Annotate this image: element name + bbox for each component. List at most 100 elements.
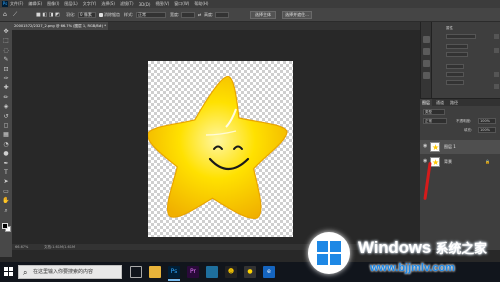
tab-document[interactable]: 20001572/2327_2.png @ 66.7% (图层 1, RGB/8…: [12, 22, 109, 30]
search-placeholder: 在这里输入你要搜索的内容: [33, 269, 94, 275]
tools-panel: ✥ ⬚ ◌ ✎ ⊡ ✑ ✚ ✏ ◈ ↺ ◻ ▦ ◔ ● ✒ T ➤ ▭ ✋ ⌕: [0, 22, 12, 257]
watermark-title-en: Windows: [358, 238, 432, 257]
windows-logo-icon: [317, 241, 341, 265]
properties-field[interactable]: [446, 80, 464, 85]
layer-name[interactable]: 背景: [444, 159, 452, 165]
menu-edit[interactable]: 编辑(E): [28, 1, 42, 7]
width-label: 宽度:: [170, 12, 180, 17]
foreground-color-swatch[interactable]: [2, 223, 8, 229]
properties-field[interactable]: [446, 52, 468, 57]
marquee-tool-icon[interactable]: ⬚: [2, 37, 10, 44]
swatches-panel-icon[interactable]: [423, 60, 430, 67]
healing-brush-icon[interactable]: ✚: [2, 84, 10, 91]
taskbar-search-box[interactable]: ⌕ 在这里输入你要搜索的内容: [18, 265, 122, 279]
gradient-tool-icon[interactable]: ▦: [2, 131, 10, 138]
tab-channels[interactable]: 通道: [434, 99, 446, 106]
zoom-tool-icon[interactable]: ⌕: [2, 207, 10, 214]
height-input[interactable]: [215, 12, 229, 18]
clone-stamp-icon[interactable]: ◈: [2, 103, 10, 110]
properties-button[interactable]: [494, 34, 499, 39]
menu-image[interactable]: 图像(I): [47, 1, 59, 7]
type-tool-icon[interactable]: T: [2, 169, 10, 176]
layer-row-background[interactable]: ◉ ★ 背景 🔒: [420, 155, 500, 169]
watermark-title: Windows 系统之家: [358, 238, 487, 258]
selection-mode-icons[interactable]: ■ ◧ ◨ ◩: [36, 11, 60, 19]
quick-select-tool-icon[interactable]: ✎: [2, 56, 10, 63]
star-thumb-icon: ★: [432, 143, 440, 152]
options-bar: ⌂ ⟋ ■ ◧ ◨ ◩ 羽化: 0 像素 消除锯齿 样式: 正常 宽度: ⇄ 高…: [0, 8, 500, 22]
history-brush-icon[interactable]: ↺: [2, 113, 10, 120]
rectangle-tool-icon[interactable]: ▭: [2, 188, 10, 195]
lock-icon[interactable]: 🔒: [485, 159, 490, 164]
select-and-mask-button[interactable]: 选择并遮住...: [282, 11, 312, 19]
canvas-area[interactable]: [12, 30, 420, 244]
menu-type[interactable]: 文字(Y): [83, 1, 97, 7]
home-icon[interactable]: ⌂: [3, 11, 7, 19]
character-panel-icon[interactable]: [423, 72, 430, 79]
antialias-checkbox[interactable]: [99, 13, 103, 17]
style-select[interactable]: 正常: [136, 12, 166, 18]
properties-button[interactable]: [494, 48, 499, 53]
eraser-tool-icon[interactable]: ◻: [2, 122, 10, 129]
lasso-tool-icon[interactable]: ◌: [2, 47, 10, 54]
search-icon: ⌕: [23, 268, 28, 277]
visibility-eye-icon[interactable]: ◉: [423, 159, 427, 164]
crop-tool-icon[interactable]: ⊡: [2, 66, 10, 73]
photoshop-icon[interactable]: Ps: [168, 266, 180, 278]
windows-start-icon[interactable]: [4, 267, 14, 277]
menu-3d[interactable]: 3D(D): [139, 2, 151, 7]
properties-button[interactable]: [494, 72, 499, 77]
menu-view[interactable]: 视图(V): [155, 1, 169, 7]
menu-window[interactable]: 窗口(W): [174, 1, 189, 7]
layers-panel-tabs: 图层 通道 路径: [420, 99, 500, 106]
width-input[interactable]: [181, 12, 195, 18]
move-tool-icon[interactable]: ✥: [2, 28, 10, 35]
watermark-title-cn: 系统之家: [435, 241, 487, 256]
properties-field[interactable]: [446, 44, 468, 49]
blend-mode-select[interactable]: 正常: [423, 118, 447, 124]
menu-file[interactable]: 文件(F): [10, 1, 23, 7]
app-icon[interactable]: ☻: [225, 266, 237, 278]
layer-row-1[interactable]: ◉ ★ 图层 1: [420, 140, 500, 154]
layer-kind-filter[interactable]: 类型: [423, 109, 445, 115]
tab-paths[interactable]: 路径: [448, 99, 460, 106]
menu-help[interactable]: 帮助(H): [194, 1, 208, 7]
fill-label: 填充:: [464, 128, 473, 132]
game-icon[interactable]: ●: [244, 266, 256, 278]
opacity-label: 不透明度:: [456, 119, 472, 123]
hand-tool-icon[interactable]: ✋: [2, 197, 10, 204]
blur-tool-icon[interactable]: ◔: [2, 141, 10, 148]
swap-icon[interactable]: ⇄: [198, 11, 201, 19]
properties-field[interactable]: [446, 34, 476, 39]
eyedropper-tool-icon[interactable]: ✑: [2, 75, 10, 82]
zoom-level[interactable]: 66.67%: [15, 244, 28, 250]
properties-button[interactable]: [494, 84, 499, 89]
properties-field[interactable]: [446, 64, 464, 69]
properties-field[interactable]: [446, 72, 464, 77]
file-explorer-icon[interactable]: [149, 266, 161, 278]
visibility-eye-icon[interactable]: ◉: [423, 144, 427, 149]
menu-filter[interactable]: 滤镜(T): [120, 1, 134, 7]
task-view-icon[interactable]: [130, 266, 142, 278]
menu-select[interactable]: 选择(S): [101, 1, 115, 7]
layer-name[interactable]: 图层 1: [444, 144, 456, 150]
tab-layers[interactable]: 图层: [420, 99, 432, 106]
pen-tool-icon[interactable]: ✒: [2, 160, 10, 167]
media-icon[interactable]: [206, 266, 218, 278]
document-canvas[interactable]: [148, 61, 293, 237]
fill-input[interactable]: 100%: [478, 127, 496, 133]
feather-input[interactable]: 0 像素: [78, 12, 96, 18]
select-subject-button[interactable]: 选择主体: [250, 11, 276, 19]
opacity-input[interactable]: 100%: [478, 118, 496, 124]
browser-icon[interactable]: e: [263, 266, 275, 278]
star-thumb-icon: ★: [432, 158, 440, 167]
photoshop-window: Ps 文件(F) 编辑(E) 图像(I) 图层(L) 文字(Y) 选择(S) 滤…: [0, 0, 500, 282]
adjustments-panel-icon[interactable]: [423, 48, 430, 55]
premiere-icon[interactable]: Pr: [187, 266, 199, 278]
history-panel-icon[interactable]: [423, 36, 430, 43]
brush-tool-icon[interactable]: ✏: [2, 94, 10, 101]
lasso-preset-icon[interactable]: ⟋: [13, 11, 17, 19]
path-select-icon[interactable]: ➤: [2, 178, 10, 185]
dodge-tool-icon[interactable]: ●: [2, 150, 10, 157]
menu-layer[interactable]: 图层(L): [64, 1, 77, 7]
